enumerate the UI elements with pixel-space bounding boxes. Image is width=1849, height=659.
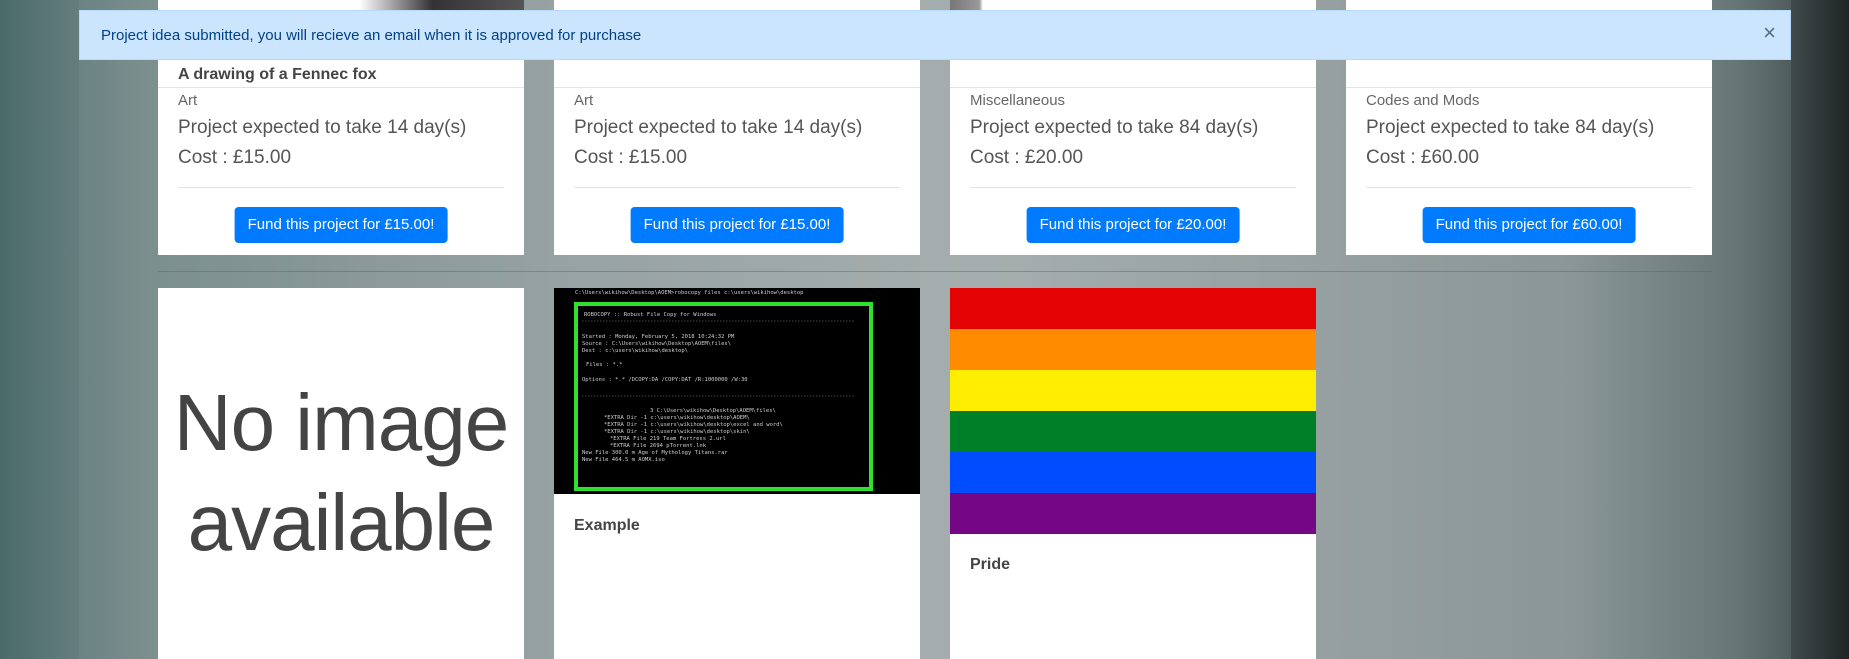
terminal-line: *EXTRA Dir -1 c:\users\wikihow\desktop\s… (604, 429, 750, 435)
terminal-screenshot: C:\Users\wikihow\Desktop\AOEM>robocopy f… (554, 288, 920, 494)
card-duration: Project expected to take 84 day(s) (1366, 117, 1655, 138)
project-card[interactable]: C:\Users\wikihow\Desktop\AOEM>robocopy f… (554, 288, 920, 659)
flag-stripe (950, 452, 1316, 493)
card-cost: Cost : £20.00 (970, 147, 1084, 168)
flag-stripe (950, 493, 1316, 534)
terminal-line: New File 464.5 m AOMX.iso (582, 457, 665, 463)
card-title: Example (574, 517, 640, 534)
terminal-line: New File 300.0 m Age of Mythology Titans… (582, 450, 728, 456)
card-duration: Project expected to take 14 day(s) (574, 117, 863, 138)
divider (554, 87, 920, 88)
card-cost: Cost : £15.00 (574, 147, 688, 168)
divider (158, 87, 524, 88)
flag-stripe (950, 411, 1316, 452)
pride-flag-image (950, 288, 1316, 534)
card-title: Pride (970, 556, 1011, 573)
row-divider (158, 271, 1712, 272)
terminal-line: *EXTRA File 2694 pTorrent.lnk (610, 443, 707, 449)
terminal-line: C:\Users\wikihow\Desktop\AOEM>robocopy f… (575, 290, 803, 296)
divider (1366, 187, 1692, 188)
flag-stripe (950, 329, 1316, 370)
placeholder-text: No image (173, 378, 509, 467)
flag-stripe (950, 288, 1316, 329)
divider (950, 87, 1316, 88)
placeholder-text: available (187, 478, 496, 567)
card-cost: Cost : £60.00 (1366, 147, 1480, 168)
alert-banner: Project idea submitted, you will recieve… (79, 10, 1791, 60)
terminal-line: *EXTRA Dir -1 c:\users\wikihow\desktop\A… (604, 415, 750, 421)
alert-message: Project idea submitted, you will recieve… (101, 27, 642, 44)
terminal-line: 3 C:\Users\wikihow\Desktop\AOEM\files\ (650, 408, 776, 414)
terminal-line: *EXTRA File 219 Team Fortress 2.url (610, 436, 726, 442)
card-category: Art (574, 92, 594, 109)
terminal-line: Dest : c:\users\wikihow\desktop\ (582, 348, 688, 354)
terminal-line: *EXTRA Dir -1 c:\users\wikihow\desktop\e… (604, 422, 783, 428)
project-card: No image available (158, 288, 524, 659)
card-image-edge (158, 0, 524, 10)
card-image: C:\Users\wikihow\Desktop\AOEM>robocopy f… (554, 288, 920, 494)
divider (970, 187, 1296, 188)
project-card[interactable]: Pride (950, 288, 1316, 659)
no-image-placeholder: No image available (158, 373, 524, 573)
divider (178, 187, 504, 188)
card-category: Codes and Mods (1366, 92, 1480, 109)
card-duration: Project expected to take 84 day(s) (970, 117, 1259, 138)
card-title: A drawing of a Fennec fox (178, 66, 377, 83)
fund-project-button[interactable]: Fund this project for £15.00! (234, 207, 448, 243)
card-cost: Cost : £15.00 (178, 147, 292, 168)
fund-project-button[interactable]: Fund this project for £20.00! (1026, 207, 1240, 243)
divider (1346, 87, 1712, 88)
close-icon[interactable]: × (1763, 22, 1776, 44)
card-category: Art (178, 92, 198, 109)
terminal-line: Options : *.* /DCOPY:DA /COPY:DAT /R:100… (582, 377, 748, 383)
divider (574, 187, 900, 188)
terminal-line: Started : Monday, February 5, 2018 10:24… (582, 334, 735, 340)
card-duration: Project expected to take 14 day(s) (178, 117, 467, 138)
fund-project-button[interactable]: Fund this project for £60.00! (1422, 207, 1636, 243)
terminal-line: Source : C:\Users\wikihow\Desktop\AOEM\f… (582, 341, 731, 347)
terminal-line: ROBOCOPY :: Robust File Copy for Windows (584, 312, 716, 318)
fund-project-button[interactable]: Fund this project for £15.00! (630, 207, 844, 243)
flag-stripe (950, 370, 1316, 411)
card-category: Miscellaneous (970, 92, 1066, 109)
card-image-edge (950, 0, 1316, 10)
terminal-line: Files : *.* (586, 362, 622, 368)
